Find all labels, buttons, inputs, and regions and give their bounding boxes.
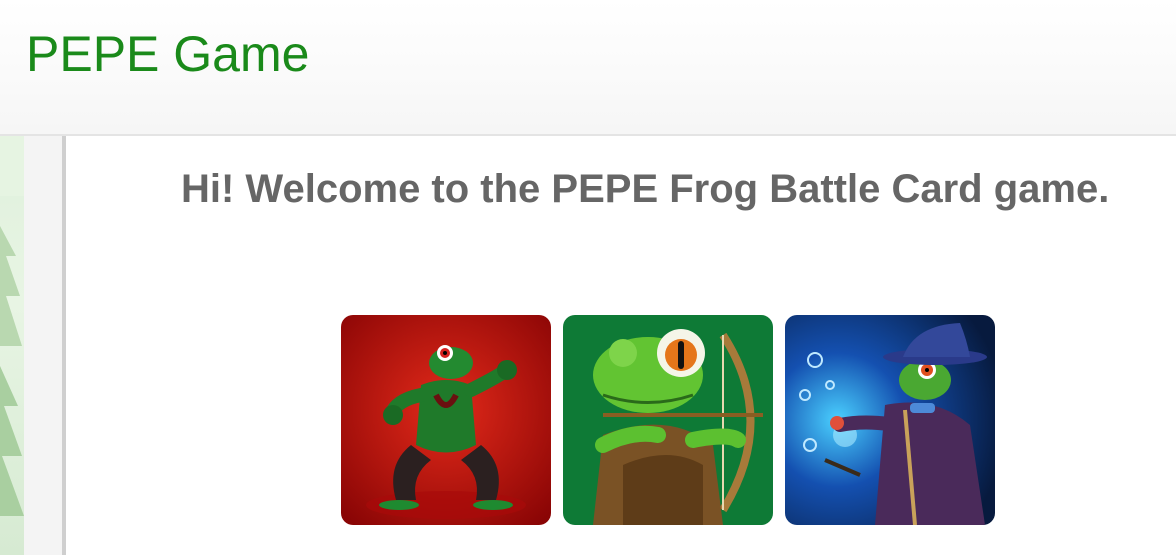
app-title[interactable]: PEPE Game [26, 26, 309, 82]
card-archer[interactable] [563, 315, 773, 525]
sidebar-gutter [24, 136, 62, 555]
welcome-heading: Hi! Welcome to the PEPE Frog Battle Card… [181, 167, 1110, 211]
card-row [341, 315, 995, 525]
frog-wizard-card-icon [785, 315, 995, 525]
forest-background-strip [0, 136, 24, 555]
frog-archer-card-icon [563, 315, 773, 525]
frog-fighter-card-icon [341, 315, 551, 525]
sidebar-divider [62, 136, 66, 555]
card-wizard[interactable] [785, 315, 995, 525]
app-header: PEPE Game [0, 0, 1176, 136]
card-fighter[interactable] [341, 315, 551, 525]
